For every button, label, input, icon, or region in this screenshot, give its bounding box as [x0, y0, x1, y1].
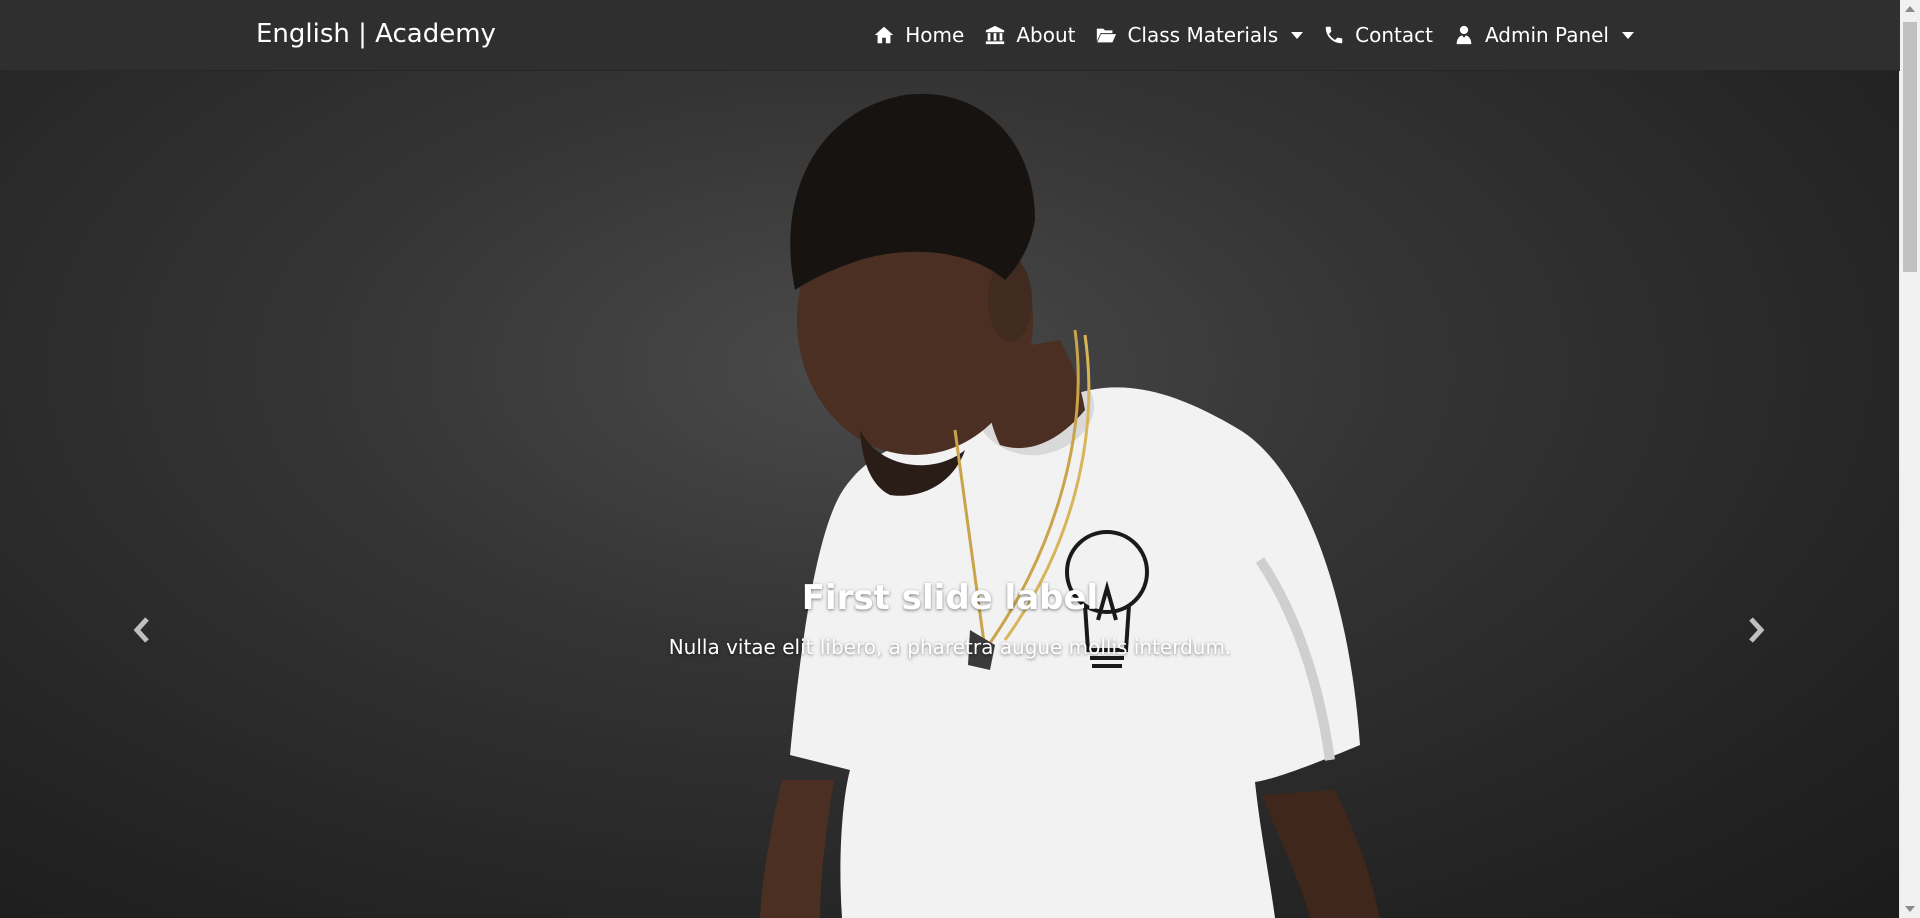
user-tie-icon — [1456, 25, 1472, 45]
nav-admin-panel[interactable]: Admin Panel — [1453, 23, 1634, 47]
scroll-down-icon[interactable] — [1905, 906, 1915, 912]
nav-about[interactable]: About — [984, 23, 1075, 47]
slide-image — [760, 93, 1380, 918]
carousel-prev-button[interactable] — [122, 600, 162, 660]
scrollbar-thumb[interactable] — [1903, 22, 1917, 272]
navbar: English | Academy Home About Class Mater… — [0, 0, 1900, 71]
phone-icon — [1325, 26, 1343, 44]
carousel-next-button[interactable] — [1736, 600, 1776, 660]
nav-class-materials-label: Class Materials — [1127, 23, 1279, 47]
home-icon — [875, 26, 894, 44]
nav-contact[interactable]: Contact — [1323, 23, 1433, 47]
chevron-left-icon — [133, 617, 149, 643]
scroll-up-icon[interactable] — [1905, 6, 1915, 12]
folder-open-icon — [1097, 28, 1117, 43]
nav-home-label: Home — [905, 23, 965, 47]
slide-text: Nulla vitae elit libero, a pharetra augu… — [668, 635, 1232, 659]
brand-link[interactable]: English | Academy — [256, 18, 496, 52]
nav-links: Home About Class Materials Contact Admin… — [873, 0, 1634, 70]
nav-home[interactable]: Home — [873, 23, 964, 47]
university-icon — [986, 25, 1005, 45]
slide-title: First slide label — [801, 578, 1099, 618]
chevron-right-icon — [1749, 617, 1765, 643]
nav-contact-label: Contact — [1355, 23, 1433, 47]
caret-down-icon — [1622, 31, 1634, 39]
nav-class-materials[interactable]: Class Materials — [1095, 23, 1304, 47]
hero-carousel: First slide label Nulla vitae elit liber… — [0, 70, 1900, 918]
nav-about-label: About — [1016, 23, 1076, 47]
page-scrollbar[interactable] — [1899, 0, 1920, 918]
nav-admin-panel-label: Admin Panel — [1484, 23, 1609, 47]
caret-down-icon — [1291, 31, 1304, 39]
